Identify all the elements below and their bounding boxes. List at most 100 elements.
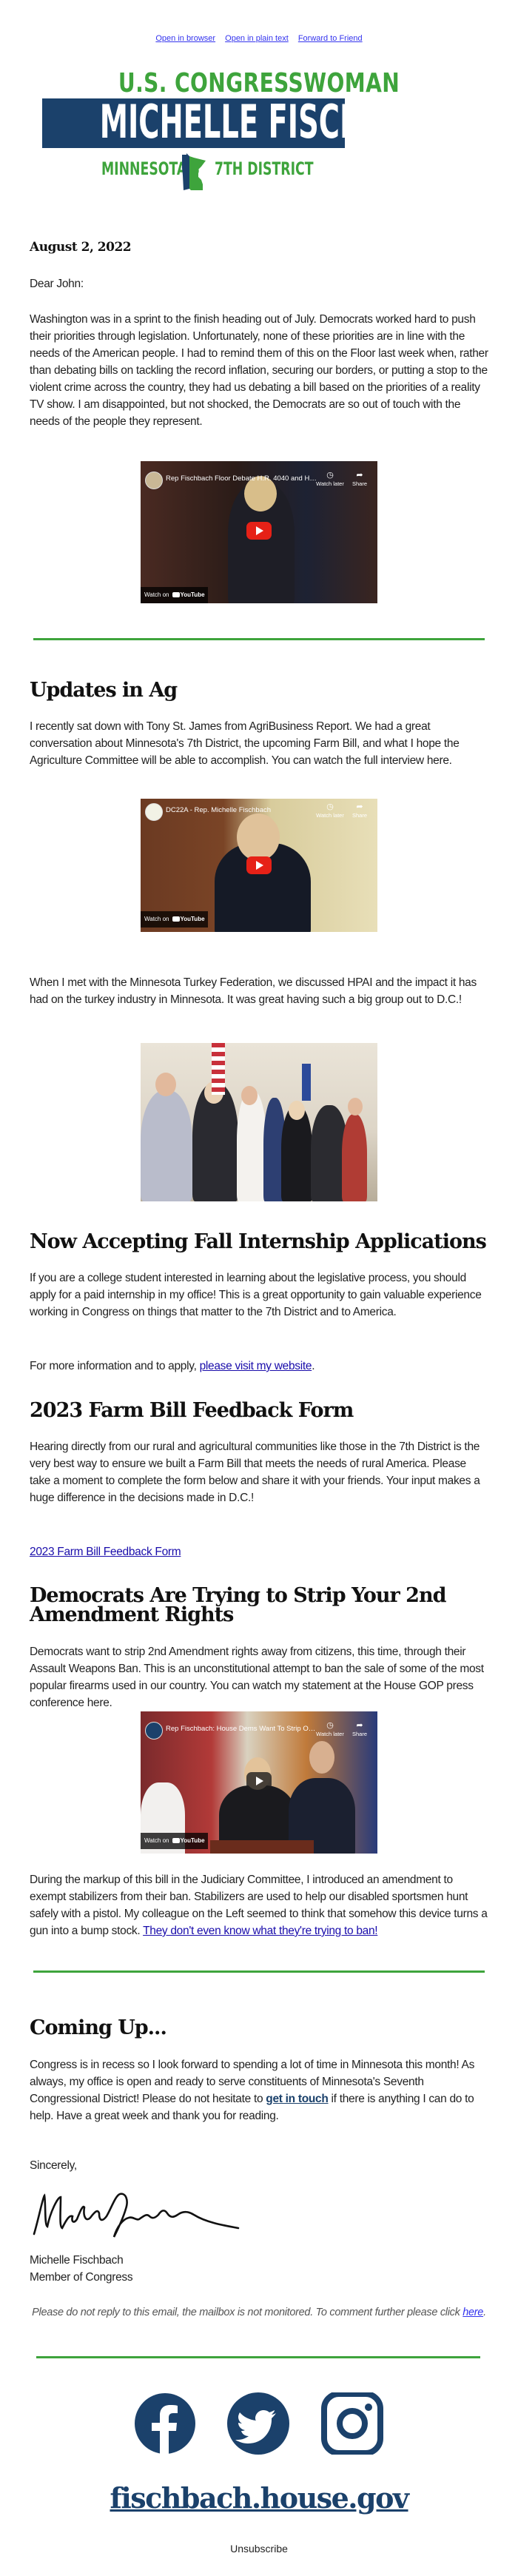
watch-on-youtube-button[interactable]: Watch on YouTube <box>141 587 208 603</box>
share-button[interactable]: ➦ Share <box>348 1720 371 1737</box>
channel-avatar <box>145 472 163 489</box>
internship-link-suffix: . <box>312 1360 315 1372</box>
farm-bill-link-paragraph: 2023 Farm Bill Feedback Form <box>30 1543 488 1560</box>
heading-updates-in-ag: Updates in Ag <box>30 679 178 702</box>
forward-to-friend-link[interactable]: Forward to Friend <box>298 34 363 43</box>
video-press-conference[interactable]: Rep Fischbach: House Dems Want To Strip … <box>141 1711 377 1854</box>
video-agribusiness-interview[interactable]: DC22A - Rep. Michelle Fischbach ◷ Watch l… <box>141 799 377 932</box>
heading-second-amendment: Democrats Are Trying to Strip Your 2nd A… <box>30 1584 446 1626</box>
internship-link-prefix: For more information and to apply, <box>30 1360 200 1372</box>
play-button[interactable] <box>246 1772 272 1790</box>
photo-person-head <box>289 1101 305 1120</box>
twitter-icon[interactable] <box>227 2392 289 2455</box>
section-divider <box>33 1970 485 1973</box>
watch-later-button[interactable]: ◷ Watch later <box>315 802 345 819</box>
clock-icon: ◷ <box>326 471 334 480</box>
watch-on-label: Watch on <box>144 591 169 598</box>
internship-paragraph: If you are a college student interested … <box>30 1272 482 1318</box>
video-floor-debate[interactable]: Rep Fischbach Floor Debate H.R. 4040 and… <box>141 461 377 603</box>
they-dont-know-link[interactable]: They don't even know what they're trying… <box>143 1925 378 1937</box>
footer-divider <box>36 2356 480 2358</box>
us-flag <box>212 1043 225 1095</box>
photo-person-head <box>155 1073 176 1096</box>
closing: Sincerely, <box>30 2159 77 2172</box>
share-label: Share <box>352 812 367 819</box>
intro-paragraph: Washington was in a sprint to the finish… <box>30 313 488 428</box>
heading-farm-bill: 2023 Farm Bill Feedback Form <box>30 1399 354 1422</box>
watch-later-label: Watch later <box>316 1731 344 1737</box>
ag-paragraph-1: I recently sat down with Tony St. James … <box>30 720 460 767</box>
open-in-browser-link[interactable]: Open in browser <box>155 34 215 43</box>
share-button[interactable]: ➦ Share <box>348 470 371 487</box>
mn-flag <box>302 1064 311 1101</box>
video-thumbnail-head <box>309 1741 334 1774</box>
note-text: Please do not reply to this email, the m… <box>32 2307 463 2318</box>
watch-later-button[interactable]: ◷ Watch later <box>315 470 345 487</box>
photo-person <box>141 1090 192 1201</box>
letter-date: August 2, 2022 <box>30 240 132 255</box>
photo-person <box>342 1114 367 1201</box>
youtube-logo-icon: YouTube <box>172 1833 205 1849</box>
video-title[interactable]: Rep Fischbach: House Dems Want To Strip … <box>166 1725 318 1733</box>
youtube-logo-icon: YouTube <box>172 911 205 928</box>
get-in-touch-link[interactable]: get in touch <box>266 2093 329 2105</box>
logo-state: MINNESOTA'S <box>101 158 201 179</box>
logo-district: 7TH DISTRICT <box>215 158 314 179</box>
watch-later-label: Watch later <box>316 480 344 487</box>
share-icon: ➦ <box>356 802 363 811</box>
watch-on-label: Watch on <box>144 916 169 922</box>
farm-bill-paragraph: Hearing directly from our rural and agri… <box>30 1440 480 1504</box>
play-button[interactable] <box>246 522 272 540</box>
greeting: Dear John: <box>30 278 84 290</box>
coming-up-paragraph: Congress is in recess so I look forward … <box>30 2056 488 2124</box>
watch-on-youtube-button[interactable]: Watch on YouTube <box>141 1833 208 1849</box>
signer-title: Member of Congress <box>30 2271 133 2284</box>
facebook-icon[interactable] <box>134 2392 196 2455</box>
visit-website-link[interactable]: please visit my website <box>200 1360 312 1372</box>
website-link[interactable]: fischbach.house.gov <box>110 2481 409 2515</box>
website-link-container: fischbach.house.gov <box>0 2481 518 2515</box>
youtube-logo-icon: YouTube <box>172 587 205 603</box>
ag-paragraph-2: When I met with the Minnesota Turkey Fed… <box>30 976 477 1006</box>
watch-later-label: Watch later <box>316 812 344 819</box>
logo-title: U.S. CONGRESSWOMAN <box>118 68 400 98</box>
comment-here-link[interactable]: here <box>462 2307 483 2318</box>
play-button[interactable] <box>246 856 272 874</box>
share-label: Share <box>352 480 367 487</box>
second-amendment-paragraph-2: During the markup of this bill in the Ju… <box>30 1871 488 1939</box>
clock-icon: ◷ <box>326 1721 334 1730</box>
minnesota-map-icon <box>182 153 206 190</box>
section-divider <box>33 638 485 640</box>
instagram-icon[interactable] <box>321 2392 383 2455</box>
video-title[interactable]: Rep Fischbach Floor Debate H.R. 4040 and… <box>166 474 318 483</box>
share-button[interactable]: ➦ Share <box>348 802 371 819</box>
share-icon: ➦ <box>356 471 363 480</box>
clock-icon: ◷ <box>326 802 334 811</box>
logo-name: MICHELLE FISCHBACH <box>99 95 452 149</box>
second-amendment-paragraph-1: Democrats want to strip 2nd Amendment ri… <box>30 1646 484 1709</box>
share-label: Share <box>352 1731 367 1737</box>
signature-image <box>33 2193 240 2238</box>
signer-name: Michelle Fischbach <box>30 2254 124 2267</box>
internship-link-paragraph: For more information and to apply, pleas… <box>30 1358 488 1375</box>
video-title[interactable]: DC22A - Rep. Michelle Fischbach <box>166 806 318 814</box>
farm-bill-feedback-form-link[interactable]: 2023 Farm Bill Feedback Form <box>30 1546 181 1558</box>
turkey-federation-group-photo <box>141 1043 377 1201</box>
social-links <box>0 2392 518 2459</box>
heading-internship: Now Accepting Fall Internship Applicatio… <box>30 1230 487 1253</box>
open-plain-text-link[interactable]: Open in plain text <box>225 34 289 43</box>
watch-on-label: Watch on <box>144 1837 169 1844</box>
unsubscribe-container: Unsubscribe <box>0 2543 518 2555</box>
watch-later-button[interactable]: ◷ Watch later <box>315 1720 345 1737</box>
watch-on-youtube-button[interactable]: Watch on YouTube <box>141 911 208 928</box>
video-thumbnail-head <box>237 814 280 861</box>
do-not-reply-note: Please do not reply to this email, the m… <box>30 2304 488 2321</box>
photo-person-head <box>348 1098 363 1116</box>
top-links: Open in browser Open in plain text Forwa… <box>0 34 518 43</box>
share-icon: ➦ <box>356 1721 363 1730</box>
photo-person-head <box>241 1086 258 1105</box>
podium <box>210 1840 314 1854</box>
channel-avatar <box>145 1722 163 1740</box>
unsubscribe-link[interactable]: Unsubscribe <box>230 2543 288 2555</box>
photo-person <box>237 1090 266 1201</box>
